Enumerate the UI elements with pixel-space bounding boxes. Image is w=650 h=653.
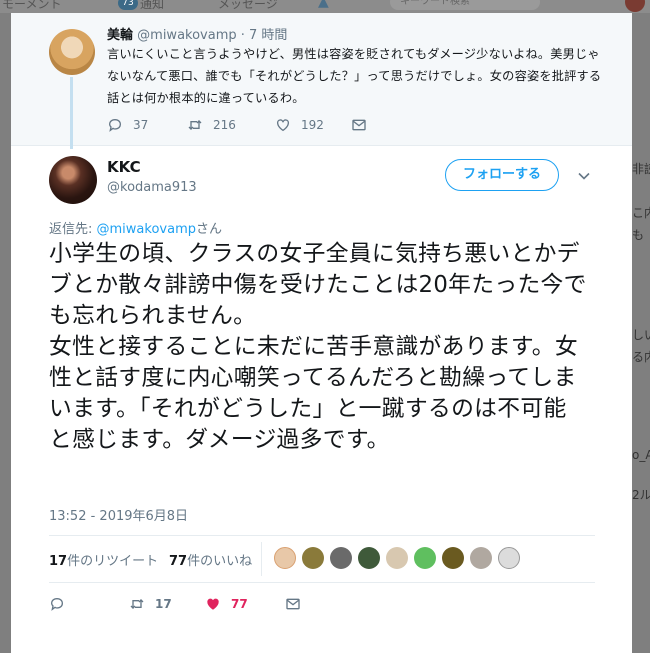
liker-avatar[interactable] (302, 547, 324, 569)
background-avatar (625, 0, 645, 12)
parent-header: 美輪 @miwakovamp · 7 時間 (107, 24, 287, 43)
bg-fragment: る内 (632, 350, 650, 364)
heart-icon (277, 119, 289, 132)
reply-to-line: 返信先: @miwakovampさん (49, 218, 222, 237)
reply-icon (108, 118, 122, 132)
tweet-modal: 美輪 @miwakovamp · 7 時間 言いにくいこと言うようやけど、男性は… (11, 13, 632, 653)
stats-divider (261, 542, 262, 576)
message-icon (286, 598, 300, 610)
reply-to-handle-link[interactable]: @miwakovamp (97, 222, 196, 237)
parent-name[interactable]: 美輪 (107, 28, 133, 43)
parent-like-button[interactable]: 192 (275, 116, 324, 134)
thread-line (70, 77, 73, 149)
retweet-count: 17 (155, 597, 172, 611)
author-avatar[interactable] (49, 156, 97, 204)
like-button[interactable]: 77 (205, 595, 248, 613)
parent-like-count: 192 (301, 118, 324, 132)
parent-reply-count: 37 (133, 118, 149, 132)
retweet-button[interactable]: 17 (129, 595, 172, 613)
retweet-icon (188, 120, 202, 130)
tweet-text: 小学生の頃、クラスの女子全員に気持ち悪いとかデブとか散々誹謗中傷を受けたことは2… (49, 241, 587, 453)
liker-avatar[interactable] (498, 547, 520, 569)
background-right-column: 非読 こ内 も しい る内 o_A 2ル (632, 160, 650, 646)
nav-messages-label: メッセージ (218, 0, 278, 11)
parent-retweet-button[interactable]: 216 (187, 116, 236, 134)
liker-avatar[interactable] (358, 547, 380, 569)
parent-handle[interactable]: @miwakovamp (137, 28, 236, 43)
liker-avatar[interactable] (274, 547, 296, 569)
parent-time[interactable]: · 7 時間 (241, 28, 288, 43)
message-button[interactable] (285, 595, 301, 613)
reply-button[interactable] (49, 595, 65, 613)
nav-home-label: モーメント (2, 0, 62, 11)
tweet-stats: 17件のリツイート 77件のいいね (49, 535, 595, 583)
liker-avatar[interactable] (330, 547, 352, 569)
bg-fragment: 2ル (632, 488, 650, 502)
follow-button[interactable]: フォローする (445, 159, 559, 191)
heart-filled-icon (207, 598, 219, 610)
parent-text: 言いにくいこと言うようやけど、男性は容姿を貶されてもダメージ少ないよね。美男じゃ… (107, 47, 602, 105)
retweet-stat-num: 17 (49, 554, 68, 569)
bg-fragment: も (632, 228, 645, 242)
author-handle[interactable]: @kodama913 (107, 180, 197, 195)
reply-to-prefix: 返信先: (49, 222, 97, 237)
parent-message-button[interactable] (351, 116, 367, 134)
background-nav-bar: モーメント 73 通知 メッセージ ▲ キーワード検索 (0, 0, 650, 13)
bg-fragment: 非読 (632, 162, 650, 176)
tweet-timestamp[interactable]: 13:52 - 2019年6月8日 (49, 505, 188, 524)
parent-avatar[interactable] (49, 29, 95, 75)
reply-to-suffix: さん (195, 222, 222, 237)
liker-avatar[interactable] (470, 547, 492, 569)
notification-badge: 73 (118, 0, 138, 10)
chevron-down-icon[interactable] (577, 169, 591, 183)
bg-fragment: o_A (632, 448, 650, 462)
like-stat-num: 77 (169, 554, 188, 569)
parent-tweet[interactable]: 美輪 @miwakovamp · 7 時間 言いにくいこと言うようやけど、男性は… (11, 13, 632, 149)
liker-avatar[interactable] (414, 547, 436, 569)
reply-icon (50, 597, 64, 611)
retweet-stat[interactable]: 17件のリツイート (49, 550, 158, 569)
background-search-input: キーワード検索 (390, 0, 540, 10)
bg-fragment: こ内 (632, 206, 650, 220)
parent-retweet-count: 216 (213, 118, 236, 132)
retweet-stat-label: 件のリツイート (67, 554, 159, 569)
twitter-bird-icon: ▲ (318, 0, 329, 10)
liker-avatar[interactable] (442, 547, 464, 569)
like-stat[interactable]: 77件のいいね (169, 550, 252, 569)
like-count: 77 (231, 597, 248, 611)
retweet-icon (130, 599, 144, 609)
bg-fragment: しい (632, 328, 650, 342)
author-name[interactable]: KKC (107, 158, 141, 176)
parent-reply-button[interactable]: 37 (107, 116, 148, 134)
parent-actions: 37 216 192 (107, 116, 407, 134)
tweet-actions: 17 77 (49, 595, 349, 615)
message-icon (352, 119, 366, 131)
like-stat-label: 件のいいね (187, 554, 253, 569)
liker-avatar[interactable] (386, 547, 408, 569)
nav-notifications-label: 通知 (140, 0, 165, 11)
